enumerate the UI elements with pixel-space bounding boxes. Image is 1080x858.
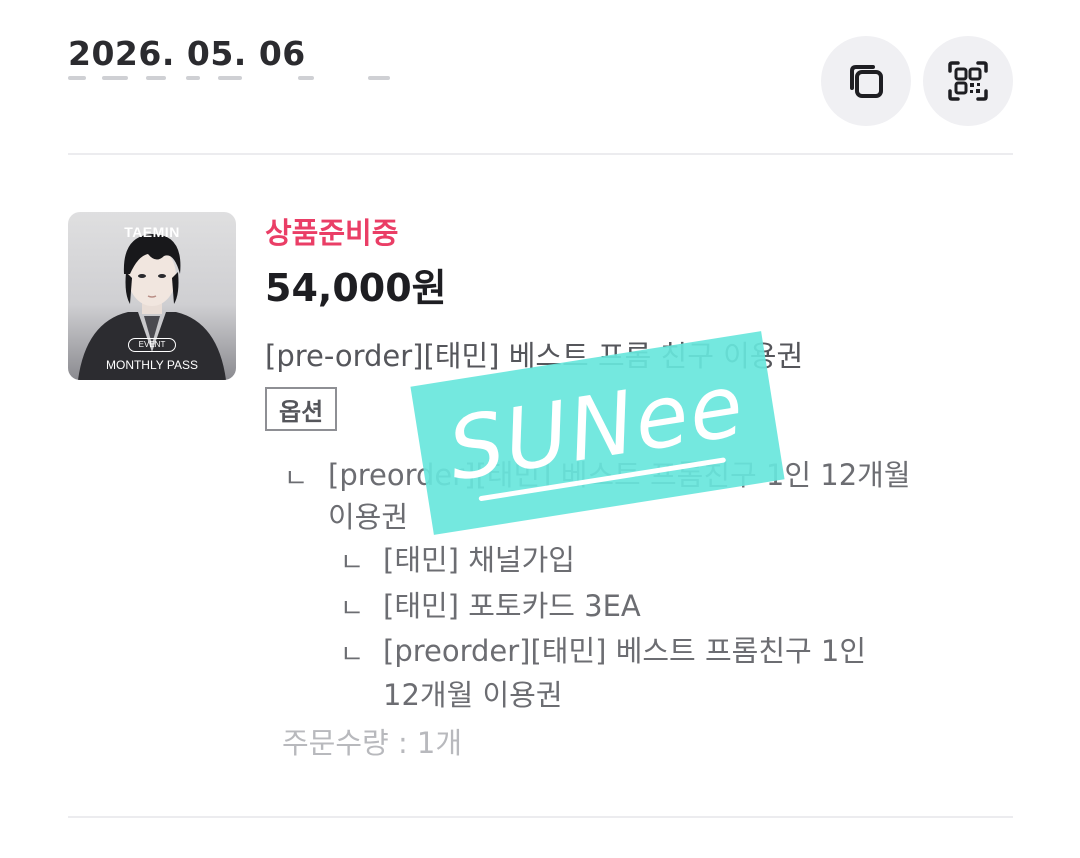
- thumbnail-title: TAEMIN: [124, 224, 180, 240]
- bottom-divider: [68, 816, 1013, 818]
- product-thumbnail[interactable]: TAEMIN EVENT MONTHLY PASS: [68, 212, 236, 380]
- option-item-2: [태민] 채널가입: [383, 543, 575, 577]
- product-price: 54,000원: [265, 266, 447, 310]
- thumbnail-pass-label: MONTHLY PASS: [105, 358, 199, 372]
- order-date: 2026. 05. 06: [68, 34, 306, 73]
- thumbnail-event-badge: EVENT: [128, 338, 176, 352]
- option-marker: ㄴ: [340, 640, 364, 670]
- order-quantity: 주문수량 : 1개: [282, 726, 463, 760]
- order-detail-page: 2026. 05. 06 TAEMIN EVENT MONTHLY PASS 상…: [0, 0, 1080, 858]
- option-badge: 옵션: [265, 387, 338, 431]
- option-item-1-line2: 이용권: [328, 500, 409, 534]
- order-number-partial: [68, 74, 488, 82]
- option-item-4-line1: [preorder][태민] 베스트 프롬친구 1인: [383, 634, 867, 668]
- option-marker: ㄴ: [340, 594, 364, 624]
- qr-code-icon: [948, 61, 988, 101]
- option-item-4-line2: 12개월 이용권: [383, 678, 563, 712]
- top-divider: [68, 153, 1013, 155]
- option-marker: ㄴ: [284, 464, 308, 494]
- order-status: 상품준비중: [265, 216, 399, 250]
- option-item-3: [태민] 포토카드 3EA: [383, 589, 641, 623]
- qr-code-button[interactable]: [923, 36, 1013, 126]
- option-marker: ㄴ: [340, 548, 364, 578]
- copy-button[interactable]: [821, 36, 911, 126]
- copy-icon: [850, 65, 883, 98]
